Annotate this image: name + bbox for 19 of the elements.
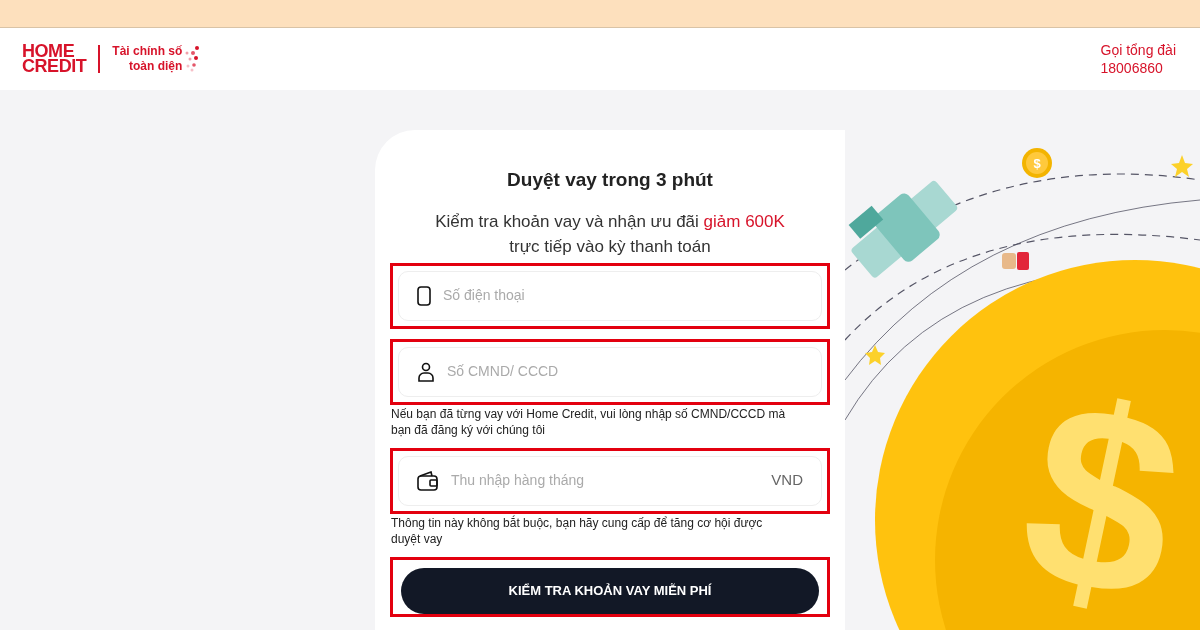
input-field[interactable]: Số CMND/ CCCD xyxy=(447,361,803,382)
form-subtitle: Kiểm tra khoản vay và nhận ưu đãi giảm 600K trực tiếp vào kỳ thanh toán xyxy=(434,210,786,258)
input-field[interactable]: Thu nhập hàng tháng xyxy=(451,470,760,491)
home-credit-logo[interactable]: HOME CREDIT xyxy=(22,44,87,74)
currency-label: VND xyxy=(771,470,803,491)
field-hint: Thông tin này không bắt buộc, bạn hãy cung cấp để tăng cơ hội được duyệt vay xyxy=(390,514,764,547)
text-field[interactable]: Số điện thoại xyxy=(398,270,822,321)
dots-icon xyxy=(184,45,201,73)
form-title: Duyệt vay trong 3 phút xyxy=(506,168,714,192)
tagline: Tài chính số toàn diện xyxy=(112,44,183,74)
text-field[interactable]: Số CMND/ CCCD xyxy=(398,346,822,397)
field-hint: Nếu bạn đã từng vay với Home Credit, vui lòng nhập số CMND/CCCD mà bạn đã đăng ký với chúng tôi xyxy=(390,405,787,438)
input-field[interactable]: Số điện thoại xyxy=(443,285,803,306)
check-loan-button[interactable]: KIỂM TRA KHOẢN VAY MIỄN PHÍ xyxy=(401,567,819,614)
phone-icon xyxy=(417,285,431,306)
text-field[interactable]: Thu nhập hàng tháng VND xyxy=(398,455,822,506)
hotline[interactable]: Gọi tổng đài 18006860 xyxy=(1100,41,1176,77)
wallet-icon xyxy=(417,470,439,491)
person-icon xyxy=(417,361,435,382)
